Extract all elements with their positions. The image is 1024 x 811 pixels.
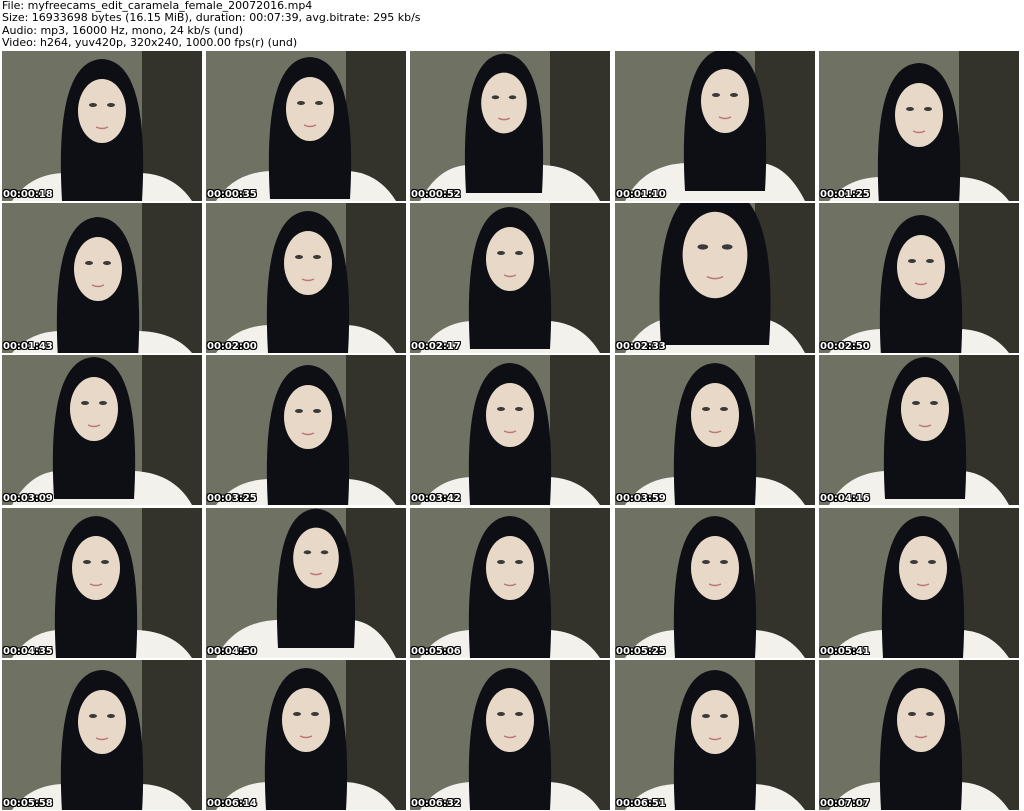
frame-image (2, 660, 202, 810)
video-frame-thumbnail: 00:04:16 (819, 355, 1019, 505)
frame-image (615, 508, 815, 658)
video-frame-thumbnail: 00:02:50 (819, 203, 1019, 353)
video-frame-thumbnail: 00:07:07 (819, 660, 1019, 810)
video-frame-thumbnail: 00:04:50 (206, 508, 406, 658)
frame-timestamp: 00:02:50 (820, 341, 870, 352)
frame-timestamp: 00:07:07 (820, 798, 870, 809)
video-frame-thumbnail: 00:01:43 (2, 203, 202, 353)
frame-timestamp: 00:05:58 (3, 798, 53, 809)
frame-image (410, 660, 610, 810)
frame-image (819, 51, 1019, 201)
frame-image (819, 203, 1019, 353)
frame-image (206, 355, 406, 505)
video-frame-thumbnail: 00:02:33 (615, 203, 815, 353)
video-frame-thumbnail: 00:00:35 (206, 51, 406, 201)
frame-image (2, 51, 202, 201)
frame-timestamp: 00:04:16 (820, 493, 870, 504)
frame-image (819, 660, 1019, 810)
video-frame-thumbnail: 00:06:51 (615, 660, 815, 810)
video-frame-thumbnail: 00:05:58 (2, 660, 202, 810)
frame-image (2, 355, 202, 505)
frame-timestamp: 00:04:35 (3, 646, 53, 657)
video-frame-thumbnail: 00:05:25 (615, 508, 815, 658)
frame-timestamp: 00:06:32 (411, 798, 461, 809)
frame-timestamp: 00:02:33 (616, 341, 666, 352)
frame-timestamp: 00:03:25 (207, 493, 257, 504)
frame-image (206, 660, 406, 810)
frame-timestamp: 00:01:25 (820, 189, 870, 200)
video-frame-thumbnail: 00:00:18 (2, 51, 202, 201)
video-frame-thumbnail: 00:01:25 (819, 51, 1019, 201)
frame-image (2, 203, 202, 353)
video-frame-thumbnail: 00:04:35 (2, 508, 202, 658)
frame-image (819, 508, 1019, 658)
frame-image (410, 508, 610, 658)
frame-image (615, 51, 815, 201)
frame-timestamp: 00:06:51 (616, 798, 666, 809)
frame-timestamp: 00:05:25 (616, 646, 666, 657)
frame-image (615, 355, 815, 505)
video-info-line: Video: h264, yuv420p, 320x240, 1000.00 f… (2, 35, 298, 49)
frame-image (410, 51, 610, 201)
frame-timestamp: 00:03:59 (616, 493, 666, 504)
frame-image (615, 203, 815, 353)
frame-timestamp: 00:00:35 (207, 189, 257, 200)
video-frame-thumbnail: 00:05:06 (410, 508, 610, 658)
frame-timestamp: 00:04:50 (207, 646, 257, 657)
frame-image (410, 355, 610, 505)
frame-timestamp: 00:00:18 (3, 189, 53, 200)
frame-image (819, 355, 1019, 505)
video-frame-thumbnail: 00:06:14 (206, 660, 406, 810)
file-info-header: File: myfreecams_edit_caramela_female_20… (2, 0, 1022, 50)
video-frame-thumbnail: 00:03:42 (410, 355, 610, 505)
video-frame-thumbnail: 00:03:09 (2, 355, 202, 505)
frame-timestamp: 00:06:14 (207, 798, 257, 809)
frame-timestamp: 00:02:00 (207, 341, 257, 352)
frame-timestamp: 00:02:17 (411, 341, 461, 352)
frame-image (206, 203, 406, 353)
frame-timestamp: 00:01:43 (3, 341, 53, 352)
video-frame-thumbnail: 00:05:41 (819, 508, 1019, 658)
video-frame-thumbnail: 00:02:17 (410, 203, 610, 353)
frame-timestamp: 00:01:10 (616, 189, 666, 200)
frame-image (2, 508, 202, 658)
video-frame-thumbnail: 00:02:00 (206, 203, 406, 353)
thumbnail-grid: 00:00:18 00:00:35 00:00:52 00:01:10 00:01:25… (2, 51, 1022, 811)
video-frame-thumbnail: 00:01:10 (615, 51, 815, 201)
frame-timestamp: 00:03:09 (3, 493, 53, 504)
video-frame-thumbnail: 00:06:32 (410, 660, 610, 810)
size-duration-line: Size: 16933698 bytes (16.15 MiB), durati… (2, 11, 421, 25)
video-frame-thumbnail: 00:03:25 (206, 355, 406, 505)
video-frame-thumbnail: 00:00:52 (410, 51, 610, 201)
frame-image (410, 203, 610, 353)
frame-timestamp: 00:00:52 (411, 189, 461, 200)
frame-image (206, 508, 406, 658)
frame-image (206, 51, 406, 201)
frame-timestamp: 00:05:41 (820, 646, 870, 657)
frame-timestamp: 00:03:42 (411, 493, 461, 504)
frame-timestamp: 00:05:06 (411, 646, 461, 657)
frame-image (615, 660, 815, 810)
video-frame-thumbnail: 00:03:59 (615, 355, 815, 505)
